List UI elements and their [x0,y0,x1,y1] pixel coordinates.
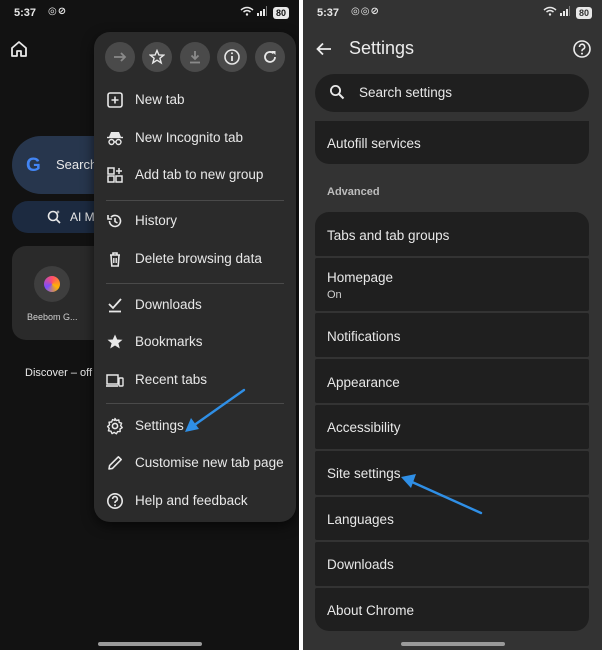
menu-item-label: Downloads [135,297,202,312]
menu-item-label: Customise new tab page [135,455,284,470]
status-bar: 5:37 ◎⊘ 80 [14,6,289,21]
settings-item-accessibility[interactable]: Accessibility [315,405,589,449]
menu-item-help-and-feedback[interactable]: Help and feedback [94,483,296,519]
gear-icon [106,417,124,435]
settings-item-label: Site settings [327,466,401,481]
battery-indicator: 80 [575,7,592,19]
menu-item-label: History [135,213,178,228]
tab-group-icon [106,166,124,184]
status-time: 5:37 [317,7,340,19]
settings-item-about-chrome[interactable]: About Chrome [315,588,589,631]
back-arrow-icon[interactable] [315,40,333,58]
shortcut-logo-icon[interactable] [34,266,70,302]
notification-icons: ◎⊘ [48,6,67,17]
signal-icon [559,6,573,19]
page-title: Settings [349,38,415,58]
annotation-arrow-icon [401,474,483,515]
forward-icon[interactable] [105,42,135,72]
settings-item-label: Accessibility [327,420,401,435]
check-circle-icon: ⊘ [57,6,68,17]
menu-item-delete-browsing-data[interactable]: Delete browsing data [94,241,296,277]
menu-item-label: New tab [135,92,185,107]
system-icons: 80 [240,6,289,19]
star-icon[interactable] [142,42,172,72]
gesture-bar [98,642,202,646]
search-settings-input[interactable]: Search settings [315,74,589,112]
menu-divider [106,283,284,284]
sparkle-search-icon [46,209,62,228]
refresh-icon[interactable] [255,42,285,72]
annotation-arrow-icon [185,388,246,432]
settings-item-appearance[interactable]: Appearance [315,359,589,403]
pencil-icon [106,454,124,472]
help-icon[interactable] [572,39,592,59]
menu-item-history[interactable]: History [94,203,296,239]
discover-label: Discover – off [25,367,93,379]
star-filled-icon [106,333,124,351]
search-icon [329,84,345,100]
incognito-icon [106,129,124,147]
whatsapp-icon: ◎ [48,6,58,17]
settings-item-label: Appearance [327,375,400,390]
settings-screen: 5:37 ◎◎⊘ 80 Settings Search settings Aut… [303,0,602,650]
menu-divider [106,200,284,201]
settings-header: Settings [303,34,602,64]
download-check-icon [106,296,124,314]
shortcut-label: Beebom G... [27,312,78,322]
history-icon [106,212,124,230]
status-time: 5:37 [14,7,37,19]
trash-icon [106,250,124,268]
settings-item-label: Autofill services [327,136,421,151]
menu-item-label: New Incognito tab [135,130,244,145]
battery-indicator: 80 [272,7,289,19]
search-placeholder: Search [56,157,98,172]
home-icon[interactable] [10,40,28,58]
search-placeholder: Search settings [359,85,453,100]
menu-item-downloads[interactable]: Downloads [94,287,296,323]
settings-item-sublabel: On [327,289,342,301]
settings-item-label: Notifications [327,329,401,344]
devices-icon [106,371,124,389]
chrome-menu-screen: 5:37 ◎⊘ 80 G Search AI M Beebom G... IR … [0,0,299,650]
settings-item-label: Homepage [327,270,394,285]
wifi-icon [240,6,257,19]
settings-item-autofill-services[interactable]: Autofill services [315,121,589,164]
help-icon [106,492,124,510]
menu-item-new-tab[interactable]: New tab [94,82,296,118]
settings-item-label: Downloads [327,557,394,572]
menu-top-actions [101,42,291,72]
menu-item-add-tab-to-group[interactable]: Add tab to new group [94,157,296,193]
ai-mode-label: AI M [70,210,95,224]
menu-item-customise-new-tab-page[interactable]: Customise new tab page [94,445,296,481]
menu-item-label: Add tab to new group [135,167,264,182]
settings-item-homepage[interactable]: Homepage On [315,258,589,311]
google-logo-icon: G [26,155,41,176]
menu-item-label: Bookmarks [135,334,203,349]
info-icon[interactable] [217,42,247,72]
settings-item-label: Tabs and tab groups [327,228,450,243]
menu-item-bookmarks[interactable]: Bookmarks [94,324,296,360]
settings-item-label: Languages [327,512,394,527]
menu-item-label: Settings [135,418,184,433]
menu-item-new-incognito-tab[interactable]: New Incognito tab [94,120,296,156]
menu-item-label: Help and feedback [135,493,248,508]
whatsapp-icon: ◎ [351,6,361,17]
signal-icon [256,6,270,19]
plus-square-icon [106,91,124,109]
wifi-icon [543,6,560,19]
notification-icons: ◎◎⊘ [351,6,380,17]
settings-item-label: About Chrome [327,603,415,618]
overflow-menu: New tab New Incognito tab Add tab to new… [94,32,296,522]
status-bar: 5:37 ◎◎⊘ 80 [317,6,592,21]
section-header-advanced: Advanced [327,186,380,198]
check-circle-icon: ⊘ [370,6,380,17]
settings-item-notifications[interactable]: Notifications [315,313,589,357]
menu-item-label: Delete browsing data [135,251,262,266]
download-icon[interactable] [180,42,210,72]
settings-item-tabs-and-tab-groups[interactable]: Tabs and tab groups [315,212,589,256]
whatsapp-icon: ◎ [360,6,371,17]
settings-item-downloads[interactable]: Downloads [315,542,589,586]
gesture-bar [401,642,505,646]
system-icons: 80 [543,6,592,19]
